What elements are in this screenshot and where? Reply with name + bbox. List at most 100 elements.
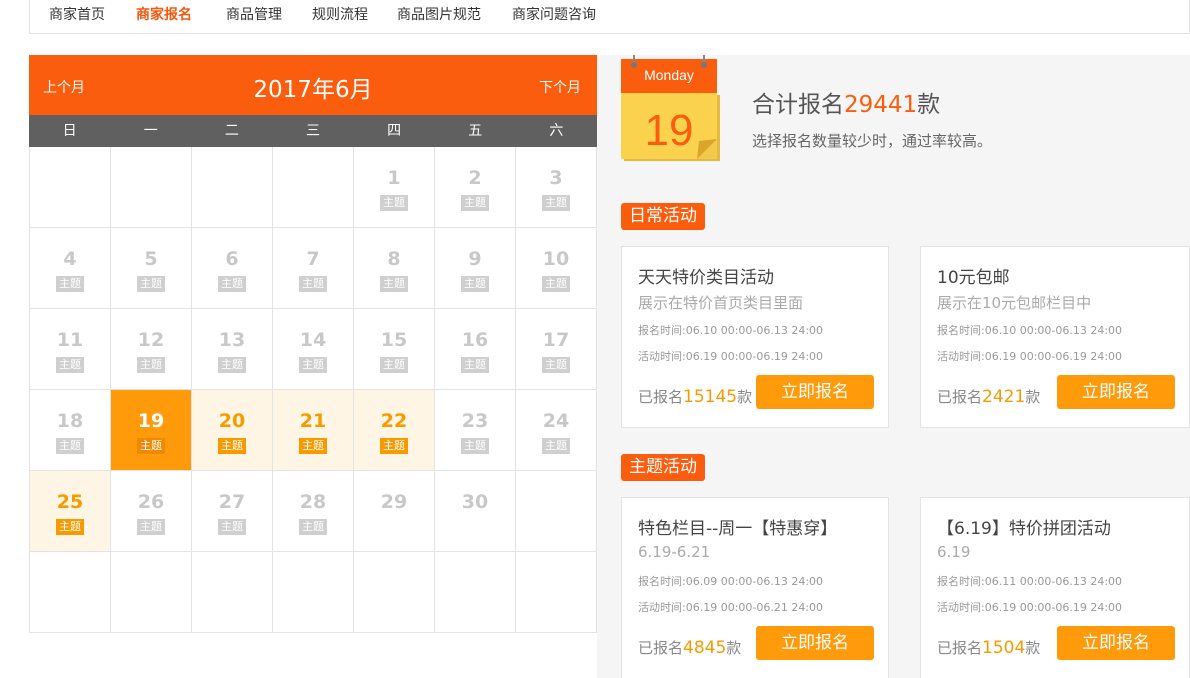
theme-tag[interactable]: 主题 bbox=[56, 276, 84, 292]
theme-tag[interactable]: 主题 bbox=[299, 357, 327, 373]
theme-tag[interactable]: 主题 bbox=[542, 195, 570, 211]
weekday-label: 六 bbox=[549, 123, 564, 139]
register-now-button[interactable]: 立即报名 bbox=[756, 375, 874, 409]
theme-tag[interactable]: 主题 bbox=[461, 357, 489, 373]
calendar-day[interactable]: 9 主题 bbox=[435, 228, 516, 309]
card-desc: 6.19-6.21 bbox=[638, 543, 711, 561]
registered-prefix: 已报名 bbox=[937, 388, 983, 406]
calendar-day[interactable]: 22 主题 bbox=[354, 390, 435, 471]
calendar-day[interactable]: 28 主题 bbox=[273, 471, 354, 552]
calendar-day[interactable]: 25 主题 bbox=[30, 471, 111, 552]
calendar-day[interactable]: 5 主题 bbox=[111, 228, 192, 309]
calendar-day[interactable]: 2 主题 bbox=[435, 147, 516, 228]
calendar-day[interactable]: 17 主题 bbox=[516, 309, 597, 390]
register-now-button[interactable]: 立即报名 bbox=[1057, 375, 1175, 409]
nav-item-image-spec[interactable]: 商品图片规范 bbox=[397, 4, 481, 24]
day-number: 19 bbox=[137, 410, 165, 432]
registered-suffix: 款 bbox=[726, 639, 742, 657]
calendar-day[interactable]: 23 主题 bbox=[435, 390, 516, 471]
card-title: 【6.19】特价拼团活动 bbox=[937, 519, 1111, 539]
calendar-day[interactable]: 3 主题 bbox=[516, 147, 597, 228]
calendar-empty-cell bbox=[30, 552, 111, 633]
day-number: 26 bbox=[137, 491, 165, 513]
calendar-day[interactable]: 24 主题 bbox=[516, 390, 597, 471]
calendar-day[interactable]: 20 主题 bbox=[192, 390, 273, 471]
card-registered: 已报名2421款 bbox=[937, 386, 1040, 407]
calendar-day[interactable]: 30 bbox=[435, 471, 516, 552]
nav-item-home[interactable]: 商家首页 bbox=[49, 4, 105, 24]
card-title: 天天特价类目活动 bbox=[638, 268, 774, 288]
day-number: 22 bbox=[380, 410, 408, 432]
registered-count: 1504 bbox=[982, 638, 1026, 658]
calendar-day[interactable]: 19 主题 bbox=[111, 390, 192, 471]
theme-tag[interactable]: 主题 bbox=[380, 438, 408, 454]
theme-tag[interactable]: 主题 bbox=[137, 519, 165, 535]
theme-tag[interactable]: 主题 bbox=[542, 276, 570, 292]
nav-item-rules[interactable]: 规则流程 bbox=[312, 4, 368, 24]
registered-count: 15145 bbox=[683, 387, 738, 407]
registered-prefix: 已报名 bbox=[638, 388, 684, 406]
top-nav: 商家首页 商家报名 商品管理 规则流程 商品图片规范 商家问题咨询 bbox=[29, 0, 1190, 34]
calendar-day[interactable]: 16 主题 bbox=[435, 309, 516, 390]
calendar-day[interactable]: 11 主题 bbox=[30, 309, 111, 390]
theme-tag[interactable]: 主题 bbox=[299, 438, 327, 454]
summary-prefix: 合计报名 bbox=[752, 92, 844, 118]
card-title: 10元包邮 bbox=[937, 268, 1010, 288]
calendar-day[interactable]: 15 主题 bbox=[354, 309, 435, 390]
theme-tag[interactable]: 主题 bbox=[218, 276, 246, 292]
theme-tag[interactable]: 主题 bbox=[137, 357, 165, 373]
calendar-header: 上个月 2017年6月 下个月 bbox=[29, 55, 597, 115]
calendar-day[interactable]: 8 主题 bbox=[354, 228, 435, 309]
calendar-day[interactable]: 14 主题 bbox=[273, 309, 354, 390]
day-number: 10 bbox=[542, 248, 570, 270]
calendar-day[interactable]: 10 主题 bbox=[516, 228, 597, 309]
calendar-empty-cell bbox=[354, 552, 435, 633]
theme-tag[interactable]: 主题 bbox=[218, 357, 246, 373]
theme-tag[interactable]: 主题 bbox=[380, 195, 408, 211]
theme-tag[interactable]: 主题 bbox=[299, 519, 327, 535]
nav-item-faq[interactable]: 商家问题咨询 bbox=[512, 4, 596, 24]
calendar-day[interactable]: 12 主题 bbox=[111, 309, 192, 390]
theme-tag[interactable]: 主题 bbox=[56, 357, 84, 373]
calendar-day[interactable]: 26 主题 bbox=[111, 471, 192, 552]
calendar-day[interactable]: 7 主题 bbox=[273, 228, 354, 309]
theme-tag[interactable]: 主题 bbox=[137, 276, 165, 292]
day-number: 18 bbox=[56, 410, 84, 432]
day-number: 14 bbox=[299, 329, 327, 351]
calendar-empty-cell bbox=[30, 147, 111, 228]
card-activity-time: 活动时间:06.19 00:00-06.19 24:00 bbox=[937, 350, 1123, 363]
calendar-day[interactable]: 1 主题 bbox=[354, 147, 435, 228]
theme-tag[interactable]: 主题 bbox=[56, 519, 84, 535]
calendar-day[interactable]: 4 主题 bbox=[30, 228, 111, 309]
theme-tag[interactable]: 主题 bbox=[56, 438, 84, 454]
theme-tag[interactable]: 主题 bbox=[380, 357, 408, 373]
day-number: 23 bbox=[461, 410, 489, 432]
day-number: 21 bbox=[299, 410, 327, 432]
theme-tag[interactable]: 主题 bbox=[137, 438, 165, 454]
theme-tag[interactable]: 主题 bbox=[380, 276, 408, 292]
calendar-day[interactable]: 21 主题 bbox=[273, 390, 354, 471]
theme-tag[interactable]: 主题 bbox=[461, 438, 489, 454]
day-number: 13 bbox=[218, 329, 246, 351]
calendar-day[interactable]: 13 主题 bbox=[192, 309, 273, 390]
theme-tag[interactable]: 主题 bbox=[299, 276, 327, 292]
calendar: 上个月 2017年6月 下个月 日 一 二 三 四 五 六 1 主题 2 主题 3 主题 4… bbox=[29, 55, 597, 633]
calendar-empty-cell bbox=[516, 552, 597, 633]
nav-item-products[interactable]: 商品管理 bbox=[226, 4, 282, 24]
theme-tag[interactable]: 主题 bbox=[218, 438, 246, 454]
calendar-day[interactable]: 6 主题 bbox=[192, 228, 273, 309]
theme-tag[interactable]: 主题 bbox=[218, 519, 246, 535]
theme-tag[interactable]: 主题 bbox=[461, 276, 489, 292]
calendar-day[interactable]: 27 主题 bbox=[192, 471, 273, 552]
nav-item-register[interactable]: 商家报名 bbox=[136, 4, 192, 24]
theme-tag[interactable]: 主题 bbox=[542, 357, 570, 373]
theme-tag[interactable]: 主题 bbox=[542, 438, 570, 454]
register-now-button[interactable]: 立即报名 bbox=[1057, 626, 1175, 660]
calendar-day[interactable]: 18 主题 bbox=[30, 390, 111, 471]
registered-count: 4845 bbox=[683, 638, 727, 658]
theme-tag[interactable]: 主题 bbox=[461, 195, 489, 211]
calendar-day[interactable]: 29 bbox=[354, 471, 435, 552]
summary-title: 合计报名29441款 bbox=[752, 85, 940, 119]
register-now-button[interactable]: 立即报名 bbox=[756, 626, 874, 660]
next-month-button[interactable]: 下个月 bbox=[539, 77, 581, 97]
